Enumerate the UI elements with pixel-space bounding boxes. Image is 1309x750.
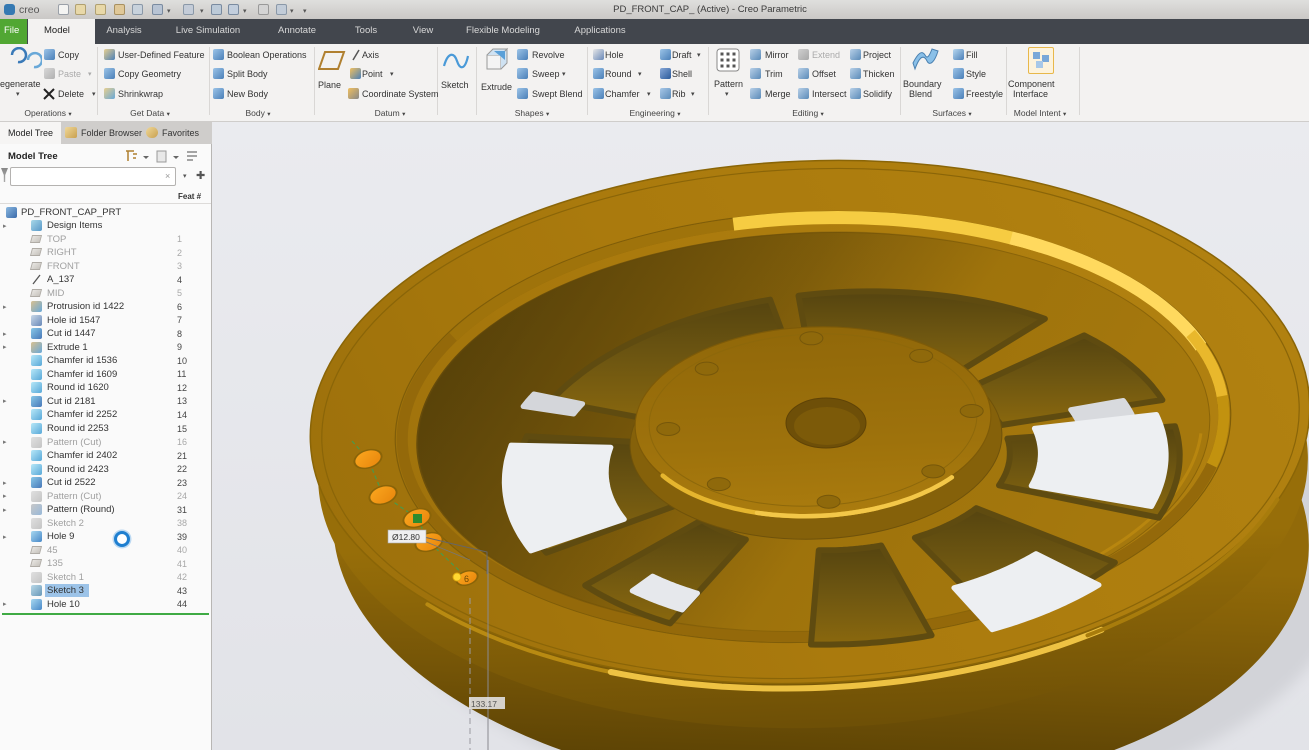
svg-text:6: 6 — [464, 574, 469, 584]
svg-text:133.17: 133.17 — [471, 699, 497, 709]
svg-text:Ø12.80: Ø12.80 — [392, 532, 420, 542]
